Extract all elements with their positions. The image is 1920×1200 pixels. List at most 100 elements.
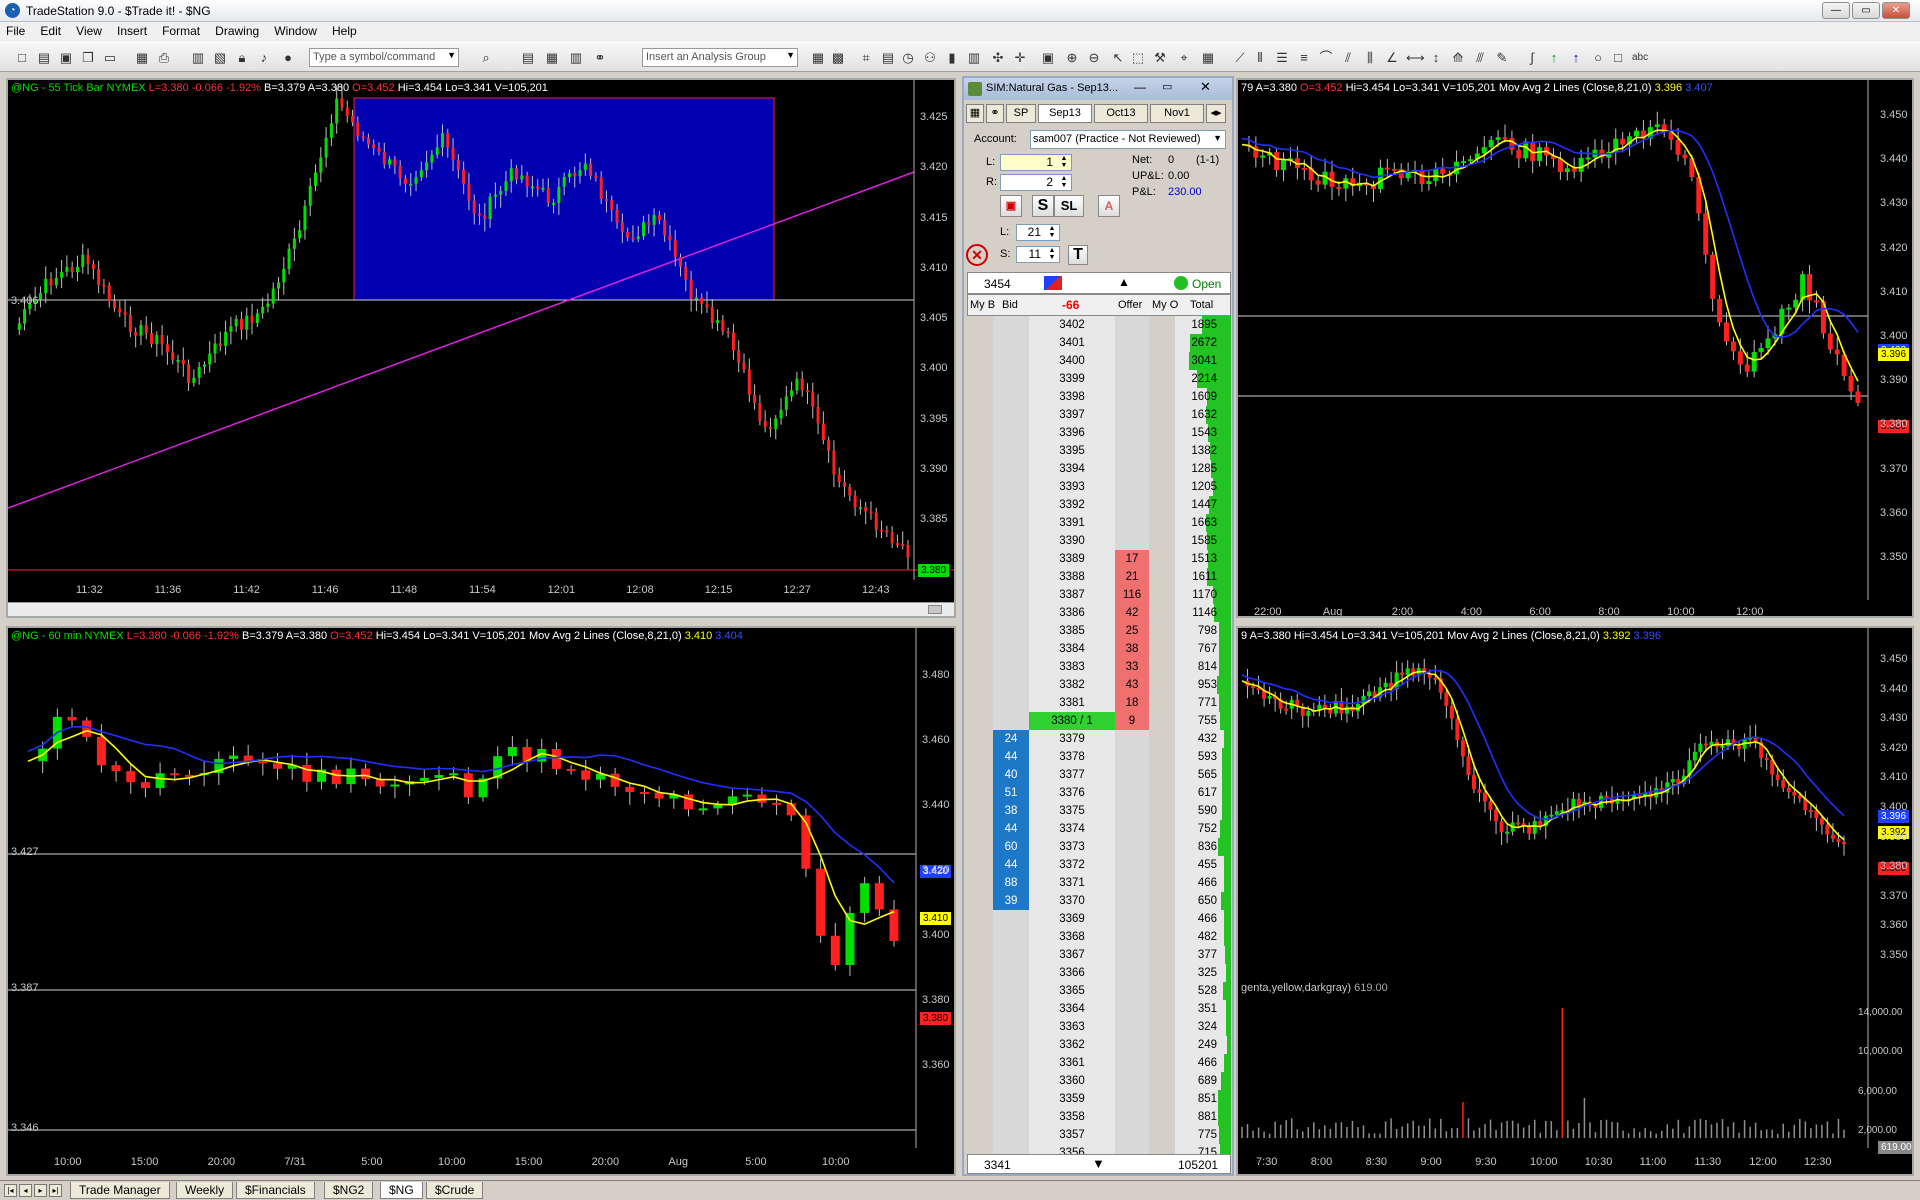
- bid-cell[interactable]: 51: [993, 784, 1029, 802]
- offer-cell[interactable]: [1115, 1000, 1149, 1018]
- chevron-down-icon[interactable]: ▼: [447, 50, 456, 60]
- bid-cell[interactable]: 60: [993, 838, 1029, 856]
- ladder-row[interactable]: 3368 482: [967, 928, 1231, 946]
- my-bid-cell[interactable]: [967, 784, 993, 802]
- offer-cell[interactable]: [1115, 874, 1149, 892]
- my-offer-cell[interactable]: [1149, 964, 1175, 982]
- lock-icon[interactable]: 🔒︎: [234, 50, 250, 66]
- ladder-row[interactable]: 3399 2214: [967, 370, 1231, 388]
- offer-cell[interactable]: 43: [1115, 676, 1149, 694]
- drawing-icon[interactable]: ▦: [1200, 50, 1216, 66]
- menu-view[interactable]: View: [70, 22, 108, 40]
- format-icon[interactable]: ▩: [830, 50, 846, 66]
- offer-cell[interactable]: [1115, 766, 1149, 784]
- offer-cell[interactable]: [1115, 532, 1149, 550]
- my-offer-cell[interactable]: [1149, 406, 1175, 424]
- bid-cell[interactable]: 40: [993, 766, 1029, 784]
- my-bid-cell[interactable]: [967, 694, 993, 712]
- link-icon[interactable]: ⚭: [592, 50, 608, 66]
- my-offer-cell[interactable]: [1149, 388, 1175, 406]
- candle-icon[interactable]: ▮: [944, 50, 960, 66]
- ladder-row[interactable]: 3367 377: [967, 946, 1231, 964]
- my-offer-cell[interactable]: [1149, 892, 1175, 910]
- bid-cell[interactable]: [993, 1072, 1029, 1090]
- bid-cell[interactable]: [993, 316, 1029, 334]
- my-bid-cell[interactable]: [967, 334, 993, 352]
- my-bid-cell[interactable]: [967, 622, 993, 640]
- curve-icon[interactable]: ∫: [1524, 50, 1540, 66]
- my-bid-cell[interactable]: [967, 1036, 993, 1054]
- bid-cell[interactable]: [993, 424, 1029, 442]
- bid-cell[interactable]: [993, 928, 1029, 946]
- ladder-row[interactable]: 38 3375 590: [967, 802, 1231, 820]
- bid-cell[interactable]: [993, 658, 1029, 676]
- stepper-arrows-icon[interactable]: ▲ ▼: [1058, 155, 1070, 169]
- open-icon[interactable]: ▤: [36, 50, 52, 66]
- my-offer-cell[interactable]: [1149, 802, 1175, 820]
- my-offer-cell[interactable]: [1149, 550, 1175, 568]
- ladder-row[interactable]: 3389 17 1513: [967, 550, 1231, 568]
- intraday-chart-window[interactable]: 79 A=3.380 O=3.452 Hi=3.454 Lo=3.341 V=1…: [1236, 78, 1914, 618]
- ladder-row[interactable]: 3361 466: [967, 1054, 1231, 1072]
- offer-cell[interactable]: 9: [1115, 712, 1149, 730]
- bid-cell[interactable]: [993, 388, 1029, 406]
- bell-icon[interactable]: ♪: [256, 50, 272, 66]
- my-bid-cell[interactable]: [967, 640, 993, 658]
- offer-cell[interactable]: [1115, 802, 1149, 820]
- hourly-chart-window[interactable]: @NG - 60 min NYMEX L=3.380 -0.066 -1.92%…: [6, 626, 956, 1176]
- my-offer-cell[interactable]: [1149, 838, 1175, 856]
- my-offer-cell[interactable]: [1149, 442, 1175, 460]
- my-offer-cell[interactable]: [1149, 640, 1175, 658]
- layout-icon[interactable]: ▧: [212, 50, 228, 66]
- my-bid-cell[interactable]: [967, 406, 993, 424]
- offer-cell[interactable]: [1115, 946, 1149, 964]
- my-bid-cell[interactable]: [967, 514, 993, 532]
- ladder-row[interactable]: 51 3376 617: [967, 784, 1231, 802]
- my-bid-cell[interactable]: [967, 802, 993, 820]
- account-select[interactable]: sam007 (Practice - Not Reviewed) ▼: [1030, 130, 1226, 149]
- bid-cell[interactable]: [993, 604, 1029, 622]
- my-bid-cell[interactable]: [967, 604, 993, 622]
- my-offer-cell[interactable]: [1149, 766, 1175, 784]
- hourly-chart-canvas[interactable]: [8, 628, 954, 1174]
- offer-cell[interactable]: [1115, 334, 1149, 352]
- bid-cell[interactable]: [993, 622, 1029, 640]
- my-bid-cell[interactable]: [967, 316, 993, 334]
- offer-cell[interactable]: [1115, 406, 1149, 424]
- bid-cell[interactable]: [993, 1054, 1029, 1072]
- bid-cell[interactable]: [993, 712, 1029, 730]
- my-offer-cell[interactable]: [1149, 370, 1175, 388]
- offer-cell[interactable]: [1115, 442, 1149, 460]
- scrollbar-thumb[interactable]: [928, 605, 942, 614]
- cross-icon[interactable]: ✛: [1012, 50, 1028, 66]
- cursor-move-icon[interactable]: ✣: [990, 50, 1006, 66]
- my-bid-cell[interactable]: [967, 838, 993, 856]
- offer-cell[interactable]: [1115, 316, 1149, 334]
- bid-cell[interactable]: 38: [993, 802, 1029, 820]
- bid-cell[interactable]: [993, 946, 1029, 964]
- my-bid-cell[interactable]: [967, 586, 993, 604]
- offer-cell[interactable]: [1115, 1018, 1149, 1036]
- ladder-row[interactable]: 3380 / 1 9 755: [967, 712, 1231, 730]
- ladder-row[interactable]: 3382 43 953: [967, 676, 1231, 694]
- print-preview-icon[interactable]: ▦: [134, 50, 150, 66]
- arc-icon[interactable]: ⌒: [1318, 50, 1334, 66]
- my-offer-cell[interactable]: [1149, 586, 1175, 604]
- pencil-icon[interactable]: ✎: [1494, 50, 1510, 66]
- window-icon[interactable]: ▥: [190, 50, 206, 66]
- my-offer-cell[interactable]: [1149, 1108, 1175, 1126]
- bid-cell[interactable]: [993, 640, 1029, 658]
- my-offer-cell[interactable]: [1149, 928, 1175, 946]
- prev-tab-icon[interactable]: ◂: [19, 1184, 32, 1197]
- select-icon[interactable]: ⬚: [1130, 50, 1146, 66]
- chevron-down-icon[interactable]: ▼: [1213, 133, 1222, 143]
- bid-cell[interactable]: [993, 532, 1029, 550]
- chart-analysis-icon[interactable]: ▤: [520, 50, 536, 66]
- my-bid-cell[interactable]: [967, 820, 993, 838]
- target-stepper[interactable]: 21 ▲ ▼: [1016, 224, 1060, 241]
- menu-insert[interactable]: Insert: [111, 22, 153, 40]
- my-offer-cell[interactable]: [1149, 1090, 1175, 1108]
- my-offer-cell[interactable]: [1149, 820, 1175, 838]
- zoom-out-icon[interactable]: ⊖: [1086, 50, 1102, 66]
- my-offer-cell[interactable]: [1149, 1054, 1175, 1072]
